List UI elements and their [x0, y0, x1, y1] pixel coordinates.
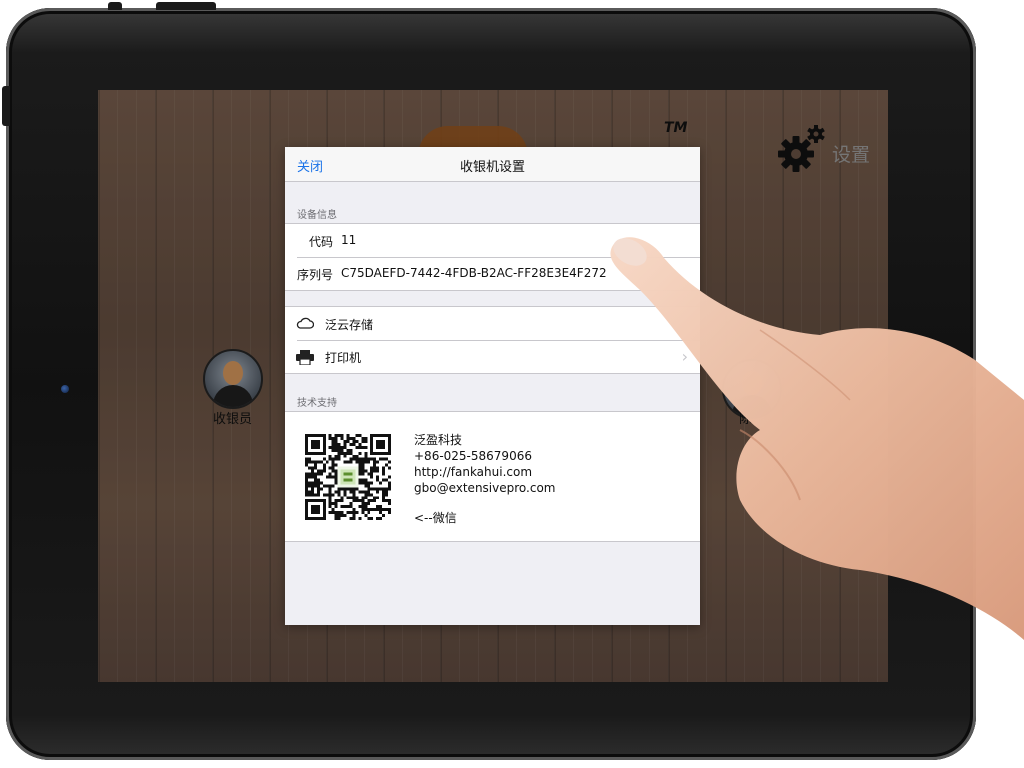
code-value: 11	[341, 233, 357, 247]
serial-label: 序列号	[297, 268, 334, 282]
cloud-storage-row[interactable]: 泛云存储	[285, 307, 700, 340]
volume-button	[2, 86, 10, 126]
wechat-hint: <--微信	[414, 511, 457, 525]
device-info-group: 代码 11 序列号 C75DAEFD-7442-4FDB-B2AC-FF28E3…	[285, 223, 700, 291]
camera-icon	[61, 385, 69, 393]
contact-info: 泛盈科技 +86-025-58679066 http://fankahui.co…	[414, 432, 555, 526]
serial-value: C75DAEFD-7442-4FDB-B2AC-FF28E3E4F272	[341, 266, 607, 280]
tech-support-group: 泛盈科技 +86-025-58679066 http://fankahui.co…	[285, 411, 700, 542]
device-info-header: 设备信息	[297, 210, 337, 221]
website-link[interactable]: http://fankahui.com	[414, 464, 555, 480]
tech-support-header: 技术支持	[297, 398, 337, 409]
sleep-button	[108, 2, 122, 10]
top-button	[156, 2, 216, 10]
chevron-right-icon: ›	[681, 347, 688, 366]
printer-label: 打印机	[325, 351, 362, 365]
phone-number[interactable]: +86-025-58679066	[414, 448, 555, 464]
nav-bar: 关闭 收银机设置	[285, 147, 700, 182]
code-row: 代码 11	[285, 224, 700, 257]
code-label: 代码	[309, 235, 334, 249]
services-group: 泛云存储 打印机 ›	[285, 306, 700, 374]
company-name: 泛盈科技	[414, 433, 463, 447]
printer-row[interactable]: 打印机 ›	[285, 340, 700, 373]
cloud-icon	[296, 317, 314, 329]
serial-row: 序列号 C75DAEFD-7442-4FDB-B2AC-FF28E3E4F272	[285, 257, 700, 290]
email-link[interactable]: gbo@extensivepro.com	[414, 480, 555, 496]
printer-icon	[296, 350, 314, 365]
qr-code-icon	[305, 434, 391, 520]
cloud-storage-label: 泛云存储	[325, 318, 374, 332]
dialog-title: 收银机设置	[459, 160, 525, 175]
cashier-settings-dialog: 关闭 收银机设置 设备信息 代码 11 序列号 C75DAEFD-7442-4F…	[285, 147, 700, 625]
